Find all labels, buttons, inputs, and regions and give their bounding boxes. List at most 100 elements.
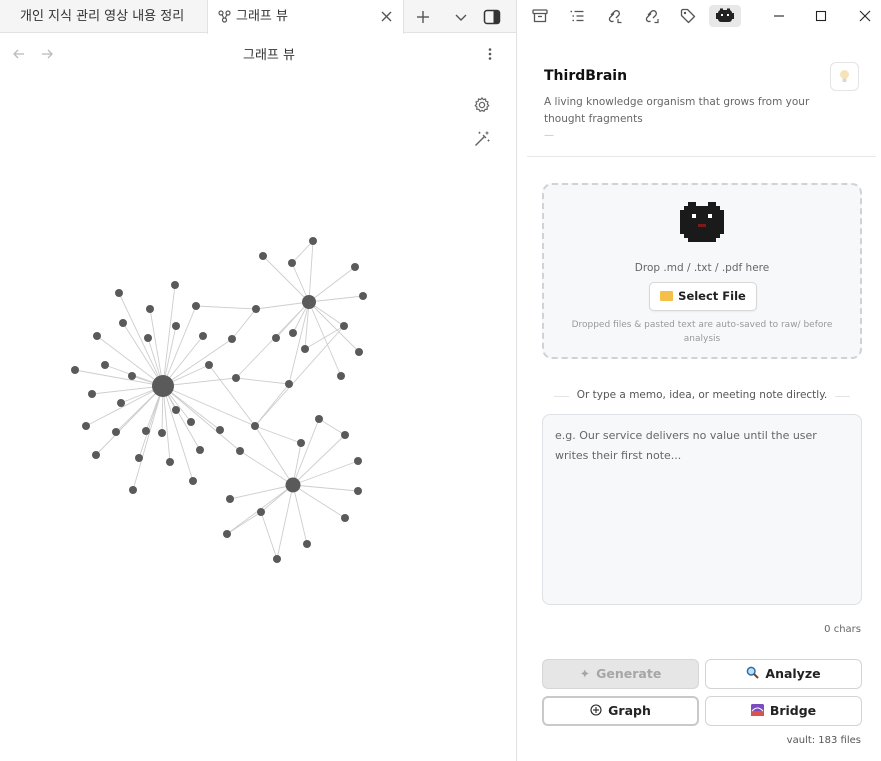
- graph-edge: [235, 301, 310, 379]
- graph-node[interactable]: [289, 329, 297, 337]
- generate-button[interactable]: ✦ Generate: [542, 659, 699, 689]
- thirdbrain-panel: ThirdBrain A living knowledge organism t…: [517, 0, 881, 761]
- graph-node[interactable]: [252, 305, 260, 313]
- graph-button[interactable]: Graph: [542, 696, 699, 726]
- robot-icon: [716, 8, 734, 22]
- graph-node[interactable]: [135, 454, 143, 462]
- graph-node[interactable]: [112, 428, 120, 436]
- graph-node[interactable]: [228, 335, 236, 343]
- backlinks-button[interactable]: [602, 5, 626, 27]
- graph-node[interactable]: [101, 361, 109, 369]
- graph-edge: [254, 383, 290, 427]
- graph-node[interactable]: [189, 477, 197, 485]
- chevron-down-icon[interactable]: [451, 7, 471, 27]
- file-dropzone[interactable]: Drop .md / .txt / .pdf here Select File …: [542, 183, 862, 359]
- graph-node[interactable]: [341, 514, 349, 522]
- graph-node[interactable]: [285, 380, 293, 388]
- graph-edge: [231, 308, 257, 340]
- graph-edge: [149, 308, 164, 387]
- sidebar-toggle-icon[interactable]: [482, 7, 502, 27]
- graph-node[interactable]: [205, 361, 213, 369]
- graph-node[interactable]: [144, 334, 152, 342]
- graph-node[interactable]: [355, 348, 363, 356]
- graph-node[interactable]: [288, 259, 296, 267]
- graph-node[interactable]: [309, 237, 317, 245]
- graph-node[interactable]: [251, 422, 259, 430]
- archive-button[interactable]: [528, 5, 552, 27]
- graph-node[interactable]: [142, 427, 150, 435]
- select-file-button[interactable]: Select File: [649, 282, 757, 311]
- graph-node[interactable]: [129, 486, 137, 494]
- tab-graph-view[interactable]: 그래프 뷰: [207, 0, 404, 34]
- graph-node[interactable]: [152, 375, 174, 397]
- graph-node[interactable]: [223, 530, 231, 538]
- graph-node[interactable]: [172, 322, 180, 330]
- graph-node[interactable]: [166, 458, 174, 466]
- more-vertical-icon[interactable]: [482, 46, 498, 62]
- graph-edge: [138, 385, 164, 459]
- close-window-icon[interactable]: [854, 5, 876, 27]
- graph-node[interactable]: [158, 429, 166, 437]
- graph-node[interactable]: [128, 372, 136, 380]
- analyze-label: Analyze: [765, 666, 821, 681]
- memo-input[interactable]: [542, 414, 862, 605]
- thirdbrain-view-button[interactable]: [709, 5, 741, 27]
- graph-node[interactable]: [340, 322, 348, 330]
- graph-node[interactable]: [315, 415, 323, 423]
- close-icon[interactable]: [380, 10, 393, 23]
- graph-node[interactable]: [232, 374, 240, 382]
- graph-node[interactable]: [199, 332, 207, 340]
- graph-node[interactable]: [71, 366, 79, 374]
- idea-button[interactable]: [830, 62, 859, 91]
- graph-edge: [195, 305, 257, 310]
- maximize-icon[interactable]: [810, 5, 832, 27]
- graph-node[interactable]: [192, 302, 200, 310]
- graph-node[interactable]: [354, 457, 362, 465]
- graph-node[interactable]: [226, 495, 234, 503]
- tags-button[interactable]: [676, 5, 700, 27]
- graph-node[interactable]: [115, 289, 123, 297]
- graph-node[interactable]: [172, 406, 180, 414]
- graph-node[interactable]: [171, 281, 179, 289]
- outgoing-links-button[interactable]: [639, 5, 663, 27]
- graph-node[interactable]: [82, 422, 90, 430]
- graph-node[interactable]: [337, 372, 345, 380]
- graph-node[interactable]: [216, 426, 224, 434]
- tab-note[interactable]: 개인 지식 관리 영상 내용 정리: [0, 0, 207, 33]
- knowledge-graph[interactable]: [0, 0, 516, 761]
- graph-edge: [254, 325, 345, 427]
- graph-node[interactable]: [146, 305, 154, 313]
- plus-icon[interactable]: [413, 7, 433, 27]
- graph-node[interactable]: [117, 399, 125, 407]
- graph-node[interactable]: [273, 555, 281, 563]
- panel-title: ThirdBrain: [544, 68, 628, 84]
- graph-node[interactable]: [302, 295, 316, 309]
- graph-node[interactable]: [119, 319, 127, 327]
- view-title: 그래프 뷰: [243, 48, 295, 63]
- graph-node[interactable]: [187, 418, 195, 426]
- graph-node[interactable]: [354, 487, 362, 495]
- graph-node[interactable]: [236, 447, 244, 455]
- graph-node[interactable]: [92, 451, 100, 459]
- graph-node[interactable]: [303, 540, 311, 548]
- graph-node[interactable]: [297, 439, 305, 447]
- graph-node[interactable]: [88, 390, 96, 398]
- bridge-button[interactable]: Bridge: [705, 696, 862, 726]
- graph-node[interactable]: [196, 446, 204, 454]
- graph-node[interactable]: [93, 332, 101, 340]
- analyze-button[interactable]: Analyze: [705, 659, 862, 689]
- gear-icon[interactable]: [473, 96, 491, 114]
- graph-node[interactable]: [272, 334, 280, 342]
- tab-bar: 개인 지식 관리 영상 내용 정리 그래프 뷰: [0, 0, 516, 34]
- graph-node[interactable]: [301, 345, 309, 353]
- graph-node[interactable]: [257, 508, 265, 516]
- graph-node[interactable]: [351, 263, 359, 271]
- graph-node[interactable]: [259, 252, 267, 260]
- graph-edge: [292, 484, 359, 492]
- graph-node[interactable]: [359, 292, 367, 300]
- graph-node[interactable]: [341, 431, 349, 439]
- graph-node[interactable]: [285, 477, 301, 493]
- minimize-icon[interactable]: [768, 5, 790, 27]
- outline-button[interactable]: [565, 5, 589, 27]
- magic-wand-icon[interactable]: [473, 130, 491, 148]
